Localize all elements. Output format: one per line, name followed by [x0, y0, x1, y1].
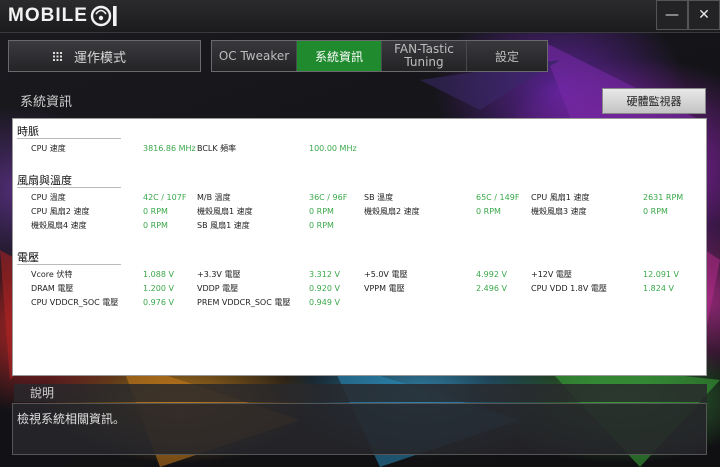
info-label: CPU VDDCR_SOC 電壓	[31, 298, 119, 307]
info-label: CPU VDD 1.8V 電壓	[531, 284, 607, 293]
close-icon: ✕	[698, 7, 710, 23]
group-title-voltage: 電壓	[17, 251, 39, 264]
info-label: Vcore 伏特	[31, 270, 73, 279]
info-value: 65C / 149F	[476, 193, 520, 202]
app-logo: MOBILE	[8, 4, 120, 28]
tab-fan-tastic-tuning[interactable]: FAN-Tastic Tuning	[382, 41, 467, 71]
tab-fan-tastic-label: FAN-Tastic Tuning	[394, 42, 454, 69]
tab-settings-label: 設定	[494, 49, 519, 64]
info-value: 1.088 V	[143, 270, 174, 279]
info-label: 機殼風扇3 速度	[531, 207, 587, 216]
logo-text: MOBILE	[8, 5, 88, 26]
info-label: VPPM 電壓	[364, 284, 405, 293]
info-label: M/B 溫度	[197, 193, 231, 202]
info-value: 0 RPM	[476, 207, 501, 216]
info-value: 1.824 V	[643, 284, 674, 293]
01-logo-icon	[90, 5, 117, 27]
info-value: 12.091 V	[643, 270, 680, 279]
title-bar: MOBILE — ✕	[0, 0, 720, 33]
description-title: 說明	[14, 384, 707, 402]
info-value: 0.976 V	[143, 298, 174, 307]
info-label: PREM VDDCR_SOC 電壓	[197, 298, 291, 307]
minimize-button[interactable]: —	[656, 0, 688, 30]
info-label: CPU 風扇1 速度	[531, 193, 590, 202]
info-label: CPU 溫度	[31, 193, 66, 202]
info-value: 0.949 V	[309, 298, 340, 307]
info-value: 3.312 V	[309, 270, 340, 279]
info-value: 4.992 V	[476, 270, 507, 279]
info-value: 0 RPM	[643, 207, 668, 216]
hardware-monitor-button[interactable]: 硬體監視器	[602, 88, 706, 114]
tab-oc-tweaker[interactable]: OC Tweaker	[212, 41, 297, 71]
group-title-fan-temp: 風扇與溫度	[17, 174, 72, 187]
minimize-icon: —	[665, 7, 679, 23]
description-box: 檢視系統相關資訊。	[12, 403, 707, 455]
info-value: 0 RPM	[143, 207, 168, 216]
info-label: +3.3V 電壓	[197, 270, 241, 279]
group-divider	[17, 138, 121, 139]
info-value: 0.920 V	[309, 284, 340, 293]
info-value: 3816.86 MHz	[143, 144, 196, 153]
group-title-clock: 時脈	[17, 125, 39, 138]
info-value: 1.200 V	[143, 284, 174, 293]
mode-menu-label: 運作模式	[74, 50, 127, 66]
info-label: VDDP 電壓	[197, 284, 239, 293]
main-tabs: OC Tweaker 系統資訊 FAN-Tastic Tuning 設定	[211, 40, 548, 72]
info-label: SB 溫度	[364, 193, 394, 202]
tab-system-info-label: 系統資訊	[314, 49, 363, 64]
info-label: +5.0V 電壓	[364, 270, 408, 279]
info-label: CPU 速度	[31, 144, 66, 153]
description-text: 檢視系統相關資訊。	[17, 412, 126, 426]
tab-oc-tweaker-label: OC Tweaker	[218, 49, 290, 63]
info-value: 0 RPM	[143, 221, 168, 230]
info-value: 42C / 107F	[143, 193, 187, 202]
tab-system-info[interactable]: 系統資訊	[297, 41, 382, 71]
info-label: DRAM 電壓	[31, 284, 74, 293]
page-title: 系統資訊	[20, 95, 73, 110]
info-value: 100.00 MHz	[309, 144, 357, 153]
grid-icon	[53, 51, 62, 61]
info-label: 機殼風扇2 速度	[364, 207, 420, 216]
info-label: CPU 風扇2 速度	[31, 207, 90, 216]
hardware-monitor-label: 硬體監視器	[626, 95, 682, 108]
system-info-panel: 時脈 CPU 速度 3816.86 MHz BCLK 頻率 100.00 MHz…	[12, 118, 707, 376]
info-value: 36C / 96F	[309, 193, 348, 202]
mode-menu-button[interactable]: 運作模式	[8, 40, 201, 72]
info-value: 0 RPM	[309, 207, 334, 216]
info-value: 0 RPM	[309, 221, 334, 230]
close-button[interactable]: ✕	[688, 0, 720, 30]
info-value: 2.496 V	[476, 284, 507, 293]
group-divider	[17, 187, 121, 188]
info-label: +12V 電壓	[531, 270, 572, 279]
group-divider	[17, 264, 121, 265]
info-label: SB 風扇1 速度	[197, 221, 250, 230]
info-label: 機殼風扇1 速度	[197, 207, 253, 216]
info-value: 2631 RPM	[643, 193, 684, 202]
tab-settings[interactable]: 設定	[467, 41, 547, 71]
info-label: BCLK 頻率	[197, 144, 237, 153]
info-label: 機殼風扇4 速度	[31, 221, 87, 230]
